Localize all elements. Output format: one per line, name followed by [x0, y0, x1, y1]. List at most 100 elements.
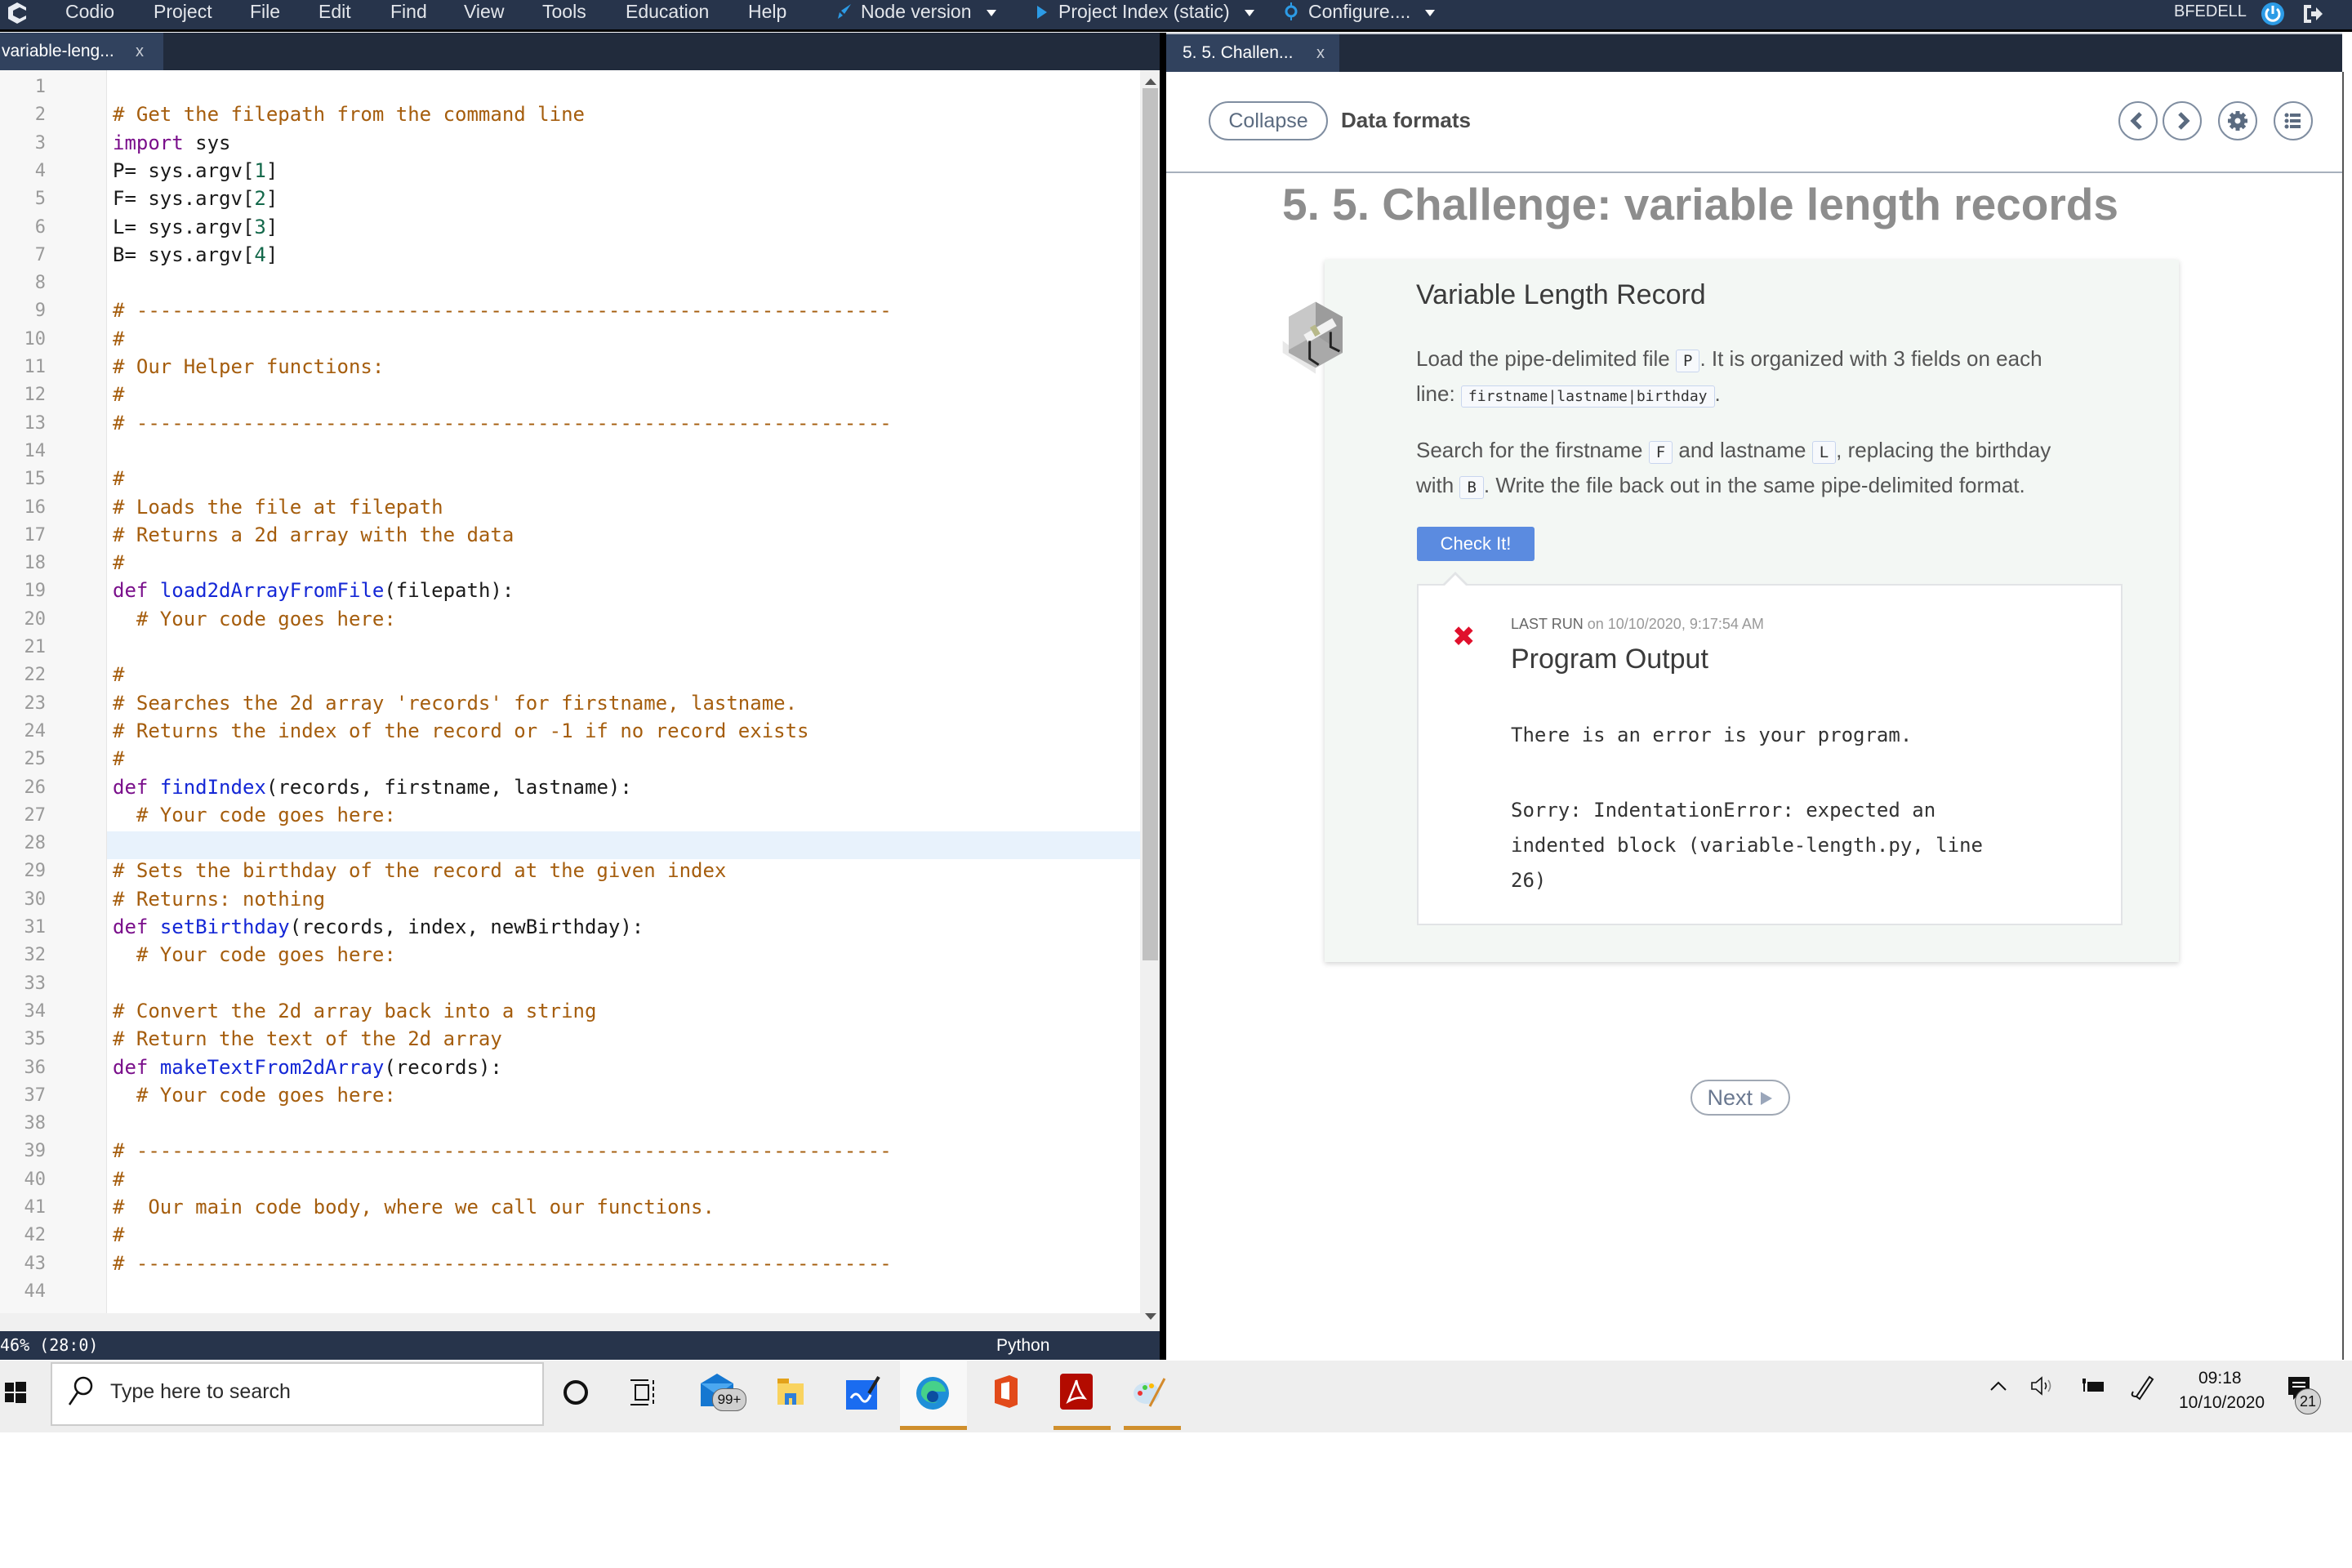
volume-icon[interactable]	[2030, 1375, 2056, 1396]
code-line[interactable]: #	[113, 467, 124, 490]
code-line[interactable]: # --------------------------------------…	[113, 299, 892, 322]
chevron-up-icon[interactable]	[1989, 1380, 2007, 1392]
code-line[interactable]: #	[113, 551, 124, 574]
code-line[interactable]: # Returns a 2d array with the data	[113, 523, 514, 546]
editor-scrollbar-thumb[interactable]	[1143, 88, 1158, 960]
configure-menu[interactable]: Configure....	[1282, 0, 1436, 31]
collapse-button[interactable]: Collapse	[1209, 101, 1328, 140]
username[interactable]: BFEDELL	[2174, 0, 2247, 31]
text: and lastname	[1673, 438, 1812, 462]
tab-variable-length[interactable]: variable-leng... x	[0, 33, 163, 70]
code-line[interactable]: # Loads the file at filepath	[113, 496, 443, 519]
function-name-token: makeTextFrom2dArray	[159, 1055, 385, 1079]
code-line[interactable]: #	[113, 327, 124, 350]
output-title: Program Output	[1511, 644, 1708, 675]
menu-help[interactable]: Help	[748, 0, 786, 31]
menu-tools[interactable]: Tools	[542, 0, 586, 31]
scroll-up-arrow-icon[interactable]	[1145, 78, 1156, 85]
code-line[interactable]: def load2dArrayFromFile(filepath):	[113, 579, 514, 602]
settings-button[interactable]	[2218, 101, 2257, 140]
cortana-icon[interactable]	[562, 1379, 590, 1406]
code-line[interactable]: # --------------------------------------…	[113, 1252, 892, 1275]
code-line[interactable]: #	[113, 663, 124, 686]
code-line[interactable]: # Returns: nothing	[113, 888, 325, 911]
code-line[interactable]: #	[113, 1223, 124, 1246]
code-line[interactable]: # Convert the 2d array back into a strin…	[113, 1000, 596, 1022]
taskbar-time[interactable]: 09:18	[2198, 1369, 2242, 1388]
line-number: 6	[34, 216, 46, 238]
logout-icon[interactable]	[2301, 2, 2324, 25]
guide-scrollbar[interactable]	[2342, 72, 2352, 1360]
scroll-down-arrow-icon[interactable]	[1145, 1313, 1156, 1320]
power-icon[interactable]	[2261, 2, 2285, 26]
close-icon[interactable]: x	[1316, 34, 1325, 72]
code-line[interactable]: # Returns the index of the record or -1 …	[113, 719, 809, 742]
code-line[interactable]: # Your code goes here:	[113, 1084, 396, 1107]
pen-icon[interactable]	[2128, 1372, 2158, 1401]
code-line[interactable]: # Your code goes here:	[113, 943, 396, 966]
code-line[interactable]: # Return the text of the 2d array	[113, 1027, 502, 1050]
cursor-position: 46% (28:0)	[0, 1335, 99, 1355]
section-title: Data formats	[1341, 108, 1471, 132]
node-version-menu[interactable]: Node version	[835, 0, 996, 31]
code-line[interactable]: # --------------------------------------…	[113, 412, 892, 434]
code-line[interactable]: # Our main code body, where we call our …	[113, 1196, 715, 1218]
menu-edit[interactable]: Edit	[318, 0, 351, 31]
code-line[interactable]: # Your code goes here:	[113, 608, 396, 630]
code-line[interactable]: # Get the filepath from the command line	[113, 103, 585, 126]
code-line[interactable]: #	[113, 747, 124, 770]
x-mark-icon: ✖	[1452, 621, 1476, 653]
code-line[interactable]: def setBirthday(records, index, newBirth…	[113, 915, 644, 938]
prev-page-button[interactable]	[2118, 101, 2158, 140]
code-line[interactable]: # Sets the birthday of the record at the…	[113, 859, 726, 882]
code-line[interactable]: def findIndex(records, firstname, lastna…	[113, 776, 632, 799]
battery-icon[interactable]	[2081, 1377, 2105, 1395]
codio-logo-icon[interactable]	[7, 2, 28, 24]
text: with	[1416, 473, 1460, 497]
task-view-icon[interactable]	[630, 1377, 660, 1408]
menu-codio[interactable]: Codio	[65, 0, 114, 31]
editor-bottom-area	[0, 1313, 1160, 1331]
code-line[interactable]: import sys	[113, 131, 231, 154]
menu-project[interactable]: Project	[154, 0, 212, 31]
code-line[interactable]: B= sys.argv[4]	[113, 243, 278, 266]
code-line[interactable]: def makeTextFrom2dArray(records):	[113, 1056, 502, 1079]
code-line[interactable]: # Our Helper functions:	[113, 355, 384, 378]
file-explorer-icon[interactable]	[776, 1377, 805, 1406]
menu-education[interactable]: Education	[626, 0, 709, 31]
table-of-contents-button[interactable]	[2274, 101, 2313, 140]
code-line[interactable]: # Your code goes here:	[113, 804, 396, 826]
acrobat-icon[interactable]	[1060, 1374, 1093, 1410]
code-line[interactable]: F= sys.argv[2]	[113, 187, 278, 210]
close-icon[interactable]: x	[136, 33, 144, 70]
language-mode[interactable]: Python	[996, 1331, 1049, 1360]
next-page-button[interactable]	[2163, 101, 2202, 140]
play-arrow-icon	[1760, 1092, 1772, 1105]
pane-divider[interactable]	[1160, 33, 1166, 1360]
tab-challenge[interactable]: 5. 5. Challen... x	[1166, 34, 1339, 72]
whiteboard-icon[interactable]	[846, 1375, 880, 1410]
next-button[interactable]: Next	[1690, 1080, 1790, 1116]
check-it-button[interactable]: Check It!	[1417, 527, 1535, 561]
code-line[interactable]: # --------------------------------------…	[113, 1139, 892, 1162]
edge-icon[interactable]	[915, 1375, 951, 1411]
paint-icon[interactable]	[1132, 1375, 1168, 1408]
windows-start-icon[interactable]	[5, 1382, 26, 1403]
line-number: 24	[24, 720, 47, 742]
menu-view[interactable]: View	[464, 0, 504, 31]
code-line[interactable]: #	[113, 383, 124, 406]
menu-file[interactable]: File	[250, 0, 280, 31]
menu-find[interactable]: Find	[390, 0, 427, 31]
rocket-icon	[838, 4, 851, 19]
code-line[interactable]: # Searches the 2d array 'records' for fi…	[113, 692, 797, 715]
taskbar-date[interactable]: 10/10/2020	[2179, 1393, 2265, 1413]
office-icon[interactable]	[991, 1374, 1019, 1410]
code-line[interactable]: #	[113, 1168, 124, 1191]
active-line-highlight	[107, 831, 1140, 860]
line-number: 36	[24, 1057, 47, 1078]
project-index-menu[interactable]: Project Index (static)	[1036, 0, 1254, 31]
code-line[interactable]: L= sys.argv[3]	[113, 216, 278, 238]
code-line[interactable]: P= sys.argv[1]	[113, 159, 278, 182]
keyword-token: def	[113, 579, 149, 603]
text: Search for the firstname	[1416, 438, 1649, 462]
